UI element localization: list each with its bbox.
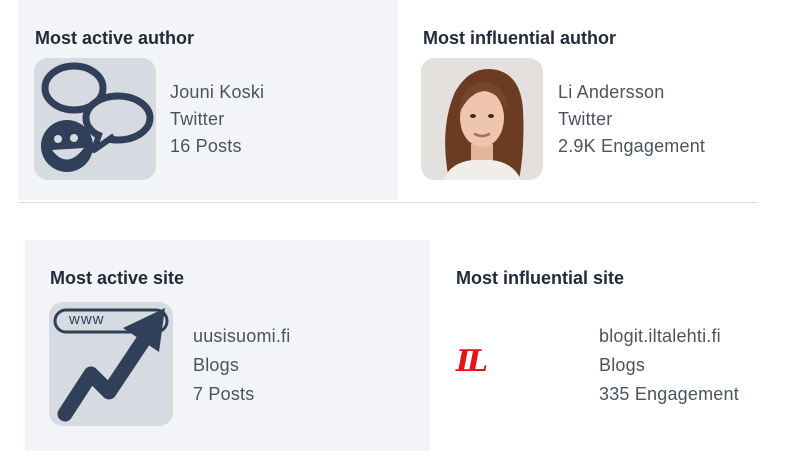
section-divider <box>18 202 758 203</box>
author-name[interactable]: Li Andersson <box>558 79 705 106</box>
card-title: Most active author <box>35 28 195 48</box>
www-trend-up-icon <box>49 302 173 426</box>
site-name[interactable]: blogit.iltalehti.fi <box>599 322 739 351</box>
site-info: blogit.iltalehti.fi Blogs 335 Engagement <box>599 322 739 409</box>
author-platform: Twitter <box>558 109 613 129</box>
most-active-site-card: Most active site www uusisuomi.fi Blogs … <box>25 240 430 451</box>
site-post-count: 7 Posts <box>193 384 255 404</box>
card-title: Most influential author <box>423 28 616 48</box>
card-title: Most influential site <box>456 268 625 288</box>
most-active-author-card: Most active author Jouni Koski Twitter 1… <box>18 0 398 200</box>
author-photo[interactable] <box>421 58 543 180</box>
most-influential-site-card: Most influential site IL blogit.iltaleht… <box>432 240 790 451</box>
author-engagement: 2.9K Engagement <box>558 136 706 156</box>
most-influential-author-card: Most influential author Li Andersson Twi… <box>405 0 785 200</box>
site-type: Blogs <box>599 355 646 375</box>
author-info: Li Andersson Twitter 2.9K Engagement <box>558 79 705 160</box>
site-avatar[interactable]: www <box>49 302 173 426</box>
iltalehti-logo[interactable]: IL <box>456 344 488 379</box>
author-post-count: 16 Posts <box>170 136 242 156</box>
author-name[interactable]: Jouni Koski <box>170 79 264 106</box>
person-portrait-icon <box>421 58 543 180</box>
author-info: Jouni Koski Twitter 16 Posts <box>170 79 264 160</box>
card-title: Most active site <box>50 268 185 288</box>
author-avatar[interactable] <box>34 58 156 180</box>
site-type: Blogs <box>193 355 240 375</box>
site-engagement: 335 Engagement <box>599 384 739 404</box>
author-platform: Twitter <box>170 109 225 129</box>
www-label: www <box>69 311 105 328</box>
site-info: uusisuomi.fi Blogs 7 Posts <box>193 322 290 409</box>
chat-bubbles-icon <box>34 58 156 180</box>
site-name[interactable]: uusisuomi.fi <box>193 322 290 351</box>
